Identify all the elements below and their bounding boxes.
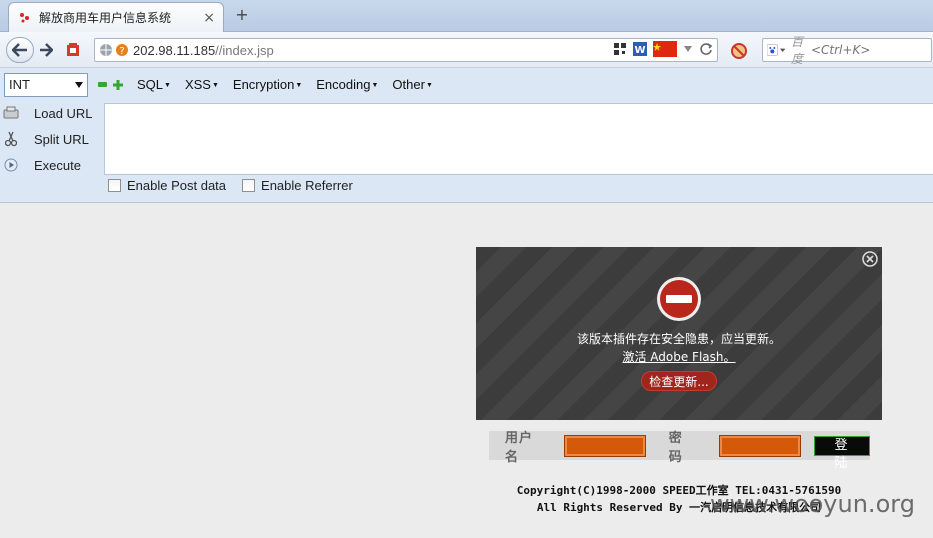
load-url-label: Load URL (34, 105, 93, 121)
menu-arrow-icon: ▼ (371, 82, 379, 90)
menu-arrow-icon: ▼ (164, 82, 171, 90)
svg-text:W: W (634, 45, 645, 56)
menu-other[interactable]: Other▼ (392, 77, 432, 92)
menu-xss[interactable]: XSS▼ (185, 77, 219, 92)
baidu-paw-icon[interactable] (767, 42, 778, 58)
load-url-button[interactable]: Load URL (0, 101, 104, 125)
flash-plugin-blocked-panel: 该版本插件存在安全隐患，应当更新。 激活 Adobe Flash。 检查更新..… (476, 247, 882, 420)
split-url-label: Split URL (34, 131, 89, 147)
login-form: 用户名 密 码 登 陆 (489, 431, 870, 471)
menu-sql[interactable]: SQL▼ (137, 77, 171, 92)
execute-button[interactable]: Execute (0, 153, 104, 177)
menu-arrow-icon: ▼ (425, 82, 433, 90)
svg-text:?: ? (119, 46, 124, 57)
check-update-button[interactable]: 检查更新... (641, 371, 717, 391)
home-icon (67, 43, 79, 56)
load-url-icon (0, 106, 22, 120)
dropdown-arrow-icon[interactable] (683, 44, 693, 54)
adblock-icon[interactable] (730, 42, 748, 63)
password-label: 密 码 (668, 430, 683, 465)
back-button[interactable] (6, 37, 34, 63)
tab-strip: 解放商用车用户信息系统 × + (0, 0, 933, 32)
scissors-icon (0, 131, 22, 147)
flash-warning-message: 该版本插件存在安全隐患，应当更新。 (576, 332, 781, 346)
search-engine-dropdown-icon[interactable] (779, 46, 785, 54)
activate-flash-link[interactable]: 激活 Adobe Flash。 (476, 348, 882, 365)
play-icon (0, 158, 22, 172)
hackbar-actions: Load URL Split URL Execute (0, 101, 104, 203)
username-input[interactable] (563, 434, 646, 457)
qr-code-icon[interactable] (613, 42, 627, 56)
search-input[interactable] (810, 43, 931, 57)
username-label: 用户名 (505, 430, 534, 465)
china-flag-icon[interactable] (653, 41, 677, 57)
menu-sql-label: SQL (137, 77, 164, 92)
split-url-button[interactable]: Split URL (0, 127, 104, 151)
forward-arrow-icon (40, 43, 53, 57)
menu-other-label: Other (392, 77, 425, 92)
navigation-bar: ? 202.98.11.185//index.jsp W 百度 (0, 32, 933, 68)
back-arrow-icon (12, 43, 27, 57)
url-text: 202.98.11.185//index.jsp (133, 43, 274, 58)
enable-referrer-checkbox[interactable]: Enable Referrer (242, 178, 353, 193)
hackbar-panel: INT SQL▼ XSS▼ Encryption▼ Encoding▼ Othe… (0, 68, 933, 203)
plugin-blocked-icon (656, 276, 702, 325)
tab-title: 解放商用车用户信息系统 (39, 11, 172, 25)
close-icon[interactable] (862, 251, 878, 270)
password-input[interactable] (719, 434, 802, 457)
warning-icon: ? (116, 44, 128, 57)
minus-icon[interactable] (98, 82, 107, 87)
tab-close-icon[interactable]: × (203, 10, 215, 26)
url-path: //index.jsp (215, 42, 274, 58)
reload-icon[interactable] (699, 42, 713, 56)
search-engine-name: 百度 (790, 35, 803, 66)
search-box[interactable]: 百度 (762, 35, 932, 66)
checkbox-box[interactable] (242, 179, 256, 192)
menu-encoding[interactable]: Encoding▼ (316, 77, 378, 92)
hackbar-options: Enable Post data Enable Referrer (108, 178, 369, 193)
login-button[interactable]: 登 陆 (814, 435, 870, 471)
checkbox-box[interactable] (108, 179, 121, 192)
new-tab-button[interactable]: + (233, 6, 251, 24)
home-button[interactable] (62, 37, 84, 63)
hackbar-url-textarea[interactable] (104, 103, 933, 175)
site-favicon-icon (17, 10, 33, 26)
increment-controls (98, 79, 123, 90)
forward-button[interactable] (34, 37, 58, 63)
plus-icon[interactable] (113, 79, 123, 90)
menu-arrow-icon: ▼ (211, 82, 219, 90)
enable-referrer-label: Enable Referrer (261, 178, 353, 193)
menu-xss-label: XSS (184, 77, 211, 92)
type-select-value: INT (9, 77, 30, 92)
execute-label: Execute (34, 157, 81, 173)
globe-icon (100, 44, 112, 56)
enable-post-label: Enable Post data (127, 178, 227, 193)
menu-encryption-label: Encryption (232, 77, 295, 92)
browser-tab[interactable]: 解放商用车用户信息系统 × (8, 2, 224, 32)
enable-post-checkbox[interactable]: Enable Post data (108, 178, 226, 193)
menu-encryption[interactable]: Encryption▼ (233, 77, 302, 92)
watermark: www.wooyun.org (710, 490, 915, 518)
address-bar[interactable]: ? 202.98.11.185//index.jsp W (94, 38, 718, 62)
menu-encoding-label: Encoding (316, 77, 371, 92)
chevron-down-icon (75, 81, 83, 88)
menu-arrow-icon: ▼ (295, 82, 303, 90)
word-icon[interactable]: W (633, 42, 647, 56)
hackbar-toolbar: INT SQL▼ XSS▼ Encryption▼ Encoding▼ Othe… (0, 68, 933, 101)
url-host: 202.98.11.185 (133, 42, 216, 58)
type-select[interactable]: INT (4, 72, 88, 97)
